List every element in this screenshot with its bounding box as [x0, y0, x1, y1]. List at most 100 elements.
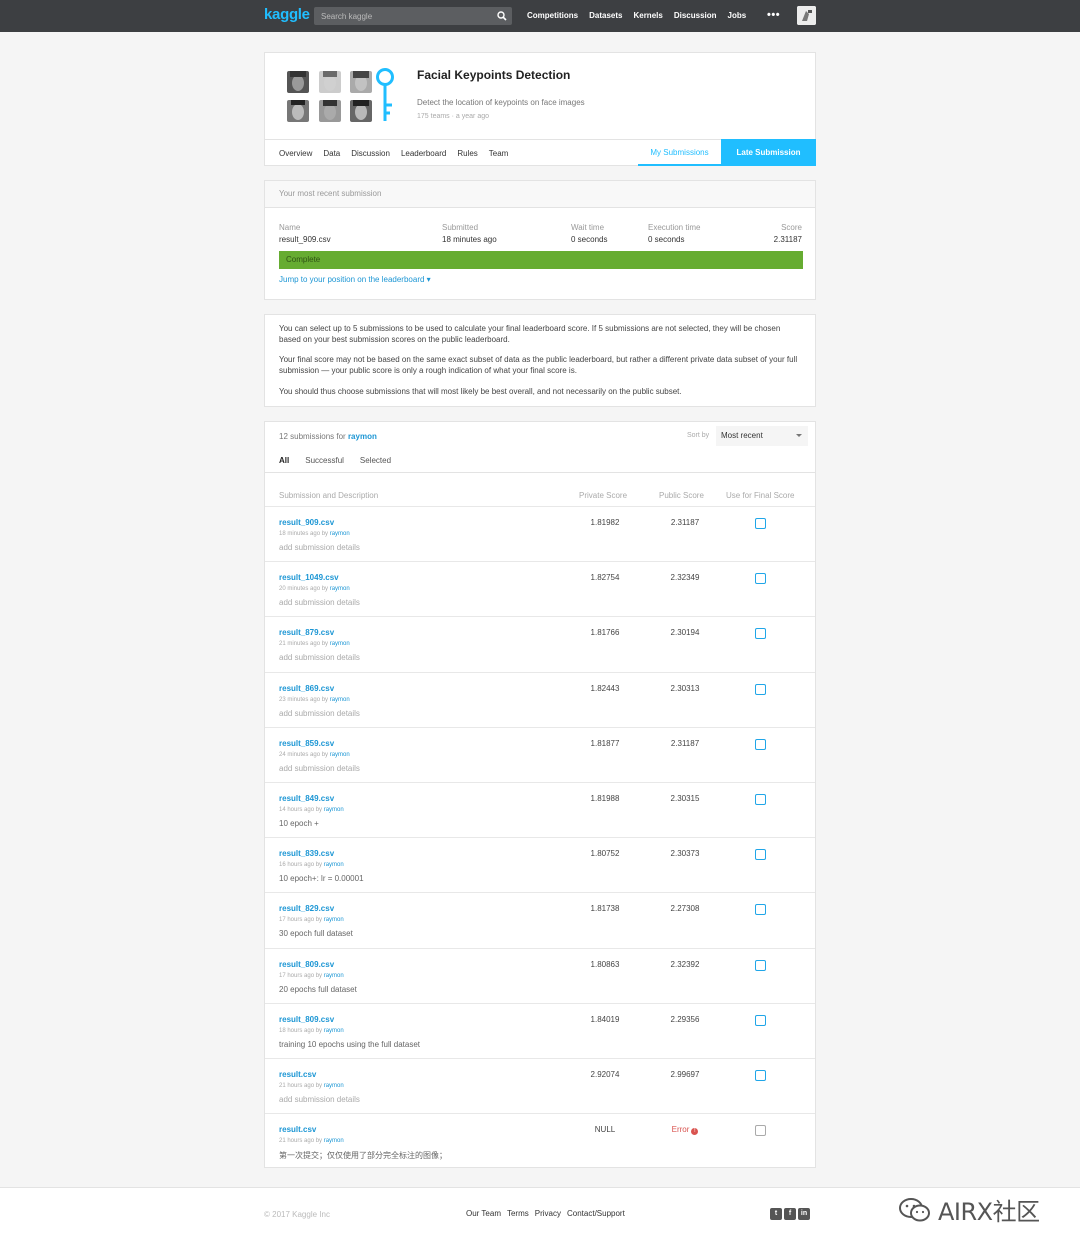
nav-datasets[interactable]: Datasets: [589, 11, 622, 20]
submission-description[interactable]: 30 epoch full dataset: [279, 929, 353, 938]
footer-contact[interactable]: Contact/Support: [567, 1209, 625, 1218]
submission-author-link[interactable]: raymon: [330, 697, 350, 703]
competition-subtitle: Detect the location of keypoints on face…: [417, 98, 585, 107]
final-score-checkbox[interactable]: [755, 738, 766, 750]
private-score: 1.81766: [590, 628, 620, 638]
final-score-checkbox[interactable]: [755, 959, 766, 971]
exec-value: 0 seconds: [648, 235, 685, 244]
search-icon[interactable]: [497, 11, 507, 21]
public-score-value: 2.29356: [670, 1014, 700, 1024]
final-score-checkbox[interactable]: [755, 794, 766, 805]
footer-privacy[interactable]: Privacy: [535, 1209, 561, 1218]
tab-data[interactable]: Data: [323, 149, 340, 158]
wechat-icon: [899, 1197, 930, 1221]
nav-discussion[interactable]: Discussion: [674, 11, 717, 20]
final-score-checkbox[interactable]: [755, 1125, 766, 1137]
public-score-value: 2.27308: [670, 904, 700, 914]
public-score-value: 2.30315: [670, 794, 700, 803]
sort-select[interactable]: Most recent: [716, 426, 808, 446]
submission-file-link[interactable]: result_879.csv: [279, 628, 334, 637]
twitter-icon[interactable]: t: [770, 1208, 782, 1220]
linkedin-icon[interactable]: in: [798, 1208, 810, 1220]
submission-file-link[interactable]: result_829.csv: [279, 904, 334, 913]
submission-file-link[interactable]: result_1049.csv: [279, 573, 339, 582]
tab-overview[interactable]: Overview: [279, 149, 312, 158]
search-input[interactable]: [314, 7, 494, 25]
submission-author-link[interactable]: raymon: [324, 917, 344, 923]
submission-description[interactable]: add submission details: [279, 543, 360, 552]
tab-discussion[interactable]: Discussion: [351, 149, 390, 158]
submission-file-link[interactable]: result_909.csv: [279, 518, 334, 527]
submission-description[interactable]: 第一次提交；仅仅使用了部分完全标注的图像；: [279, 1150, 447, 1161]
submission-row: result_809.csv 18 hours ago by raymon trai…: [265, 1002, 815, 1058]
public-score-value: 2.30373: [670, 849, 700, 859]
footer-terms[interactable]: Terms: [507, 1209, 529, 1218]
final-score-checkbox[interactable]: [755, 849, 766, 861]
public-score: 2.30194: [655, 628, 715, 637]
jump-to-leaderboard-link[interactable]: Jump to your position on the leaderboard…: [279, 275, 431, 284]
private-score: 1.81877: [590, 738, 620, 748]
submission-author-link[interactable]: raymon: [330, 752, 350, 758]
public-score-value: 2.31187: [670, 518, 700, 527]
filter-selected[interactable]: Selected: [360, 456, 391, 465]
final-score-checkbox[interactable]: [755, 683, 766, 695]
late-submission-button[interactable]: Late Submission: [721, 139, 816, 166]
submission-file-link[interactable]: result.csv: [279, 1125, 316, 1134]
tab-rules[interactable]: Rules: [457, 149, 477, 158]
filter-all[interactable]: All: [279, 456, 289, 465]
submission-file-link[interactable]: result_849.csv: [279, 794, 334, 803]
submission-author-link[interactable]: raymon: [324, 1138, 344, 1144]
submission-description[interactable]: add submission details: [279, 764, 360, 773]
facebook-icon[interactable]: f: [784, 1208, 796, 1220]
error-icon[interactable]: !: [691, 1128, 699, 1136]
submission-file-link[interactable]: result_869.csv: [279, 684, 334, 693]
submission-description[interactable]: training 10 epochs using the full datase…: [279, 1040, 420, 1049]
submission-file-link[interactable]: result_809.csv: [279, 960, 334, 969]
submission-time: 23 minutes ago by raymon: [279, 697, 350, 703]
public-score-value: Error: [671, 1125, 690, 1135]
submission-author-link[interactable]: raymon: [330, 641, 350, 647]
submission-description[interactable]: add submission details: [279, 1095, 360, 1104]
footer-our-team[interactable]: Our Team: [466, 1209, 501, 1218]
submission-description[interactable]: 20 epochs full dataset: [279, 985, 357, 994]
submission-time: 17 hours ago by raymon: [279, 917, 344, 923]
final-score-checkbox[interactable]: [755, 1014, 766, 1026]
submission-author-link[interactable]: raymon: [324, 973, 344, 979]
search-box[interactable]: [314, 7, 512, 25]
submission-row: result_809.csv 17 hours ago by raymon 20 e…: [265, 947, 815, 1003]
final-score-checkbox[interactable]: [755, 628, 766, 640]
submission-file-link[interactable]: result.csv: [279, 1070, 316, 1079]
submissions-user-link[interactable]: raymon: [348, 432, 377, 441]
submission-description[interactable]: add submission details: [279, 709, 360, 718]
nav-competitions[interactable]: Competitions: [527, 11, 578, 20]
submission-description[interactable]: 10 epoch+: lr = 0.00001: [279, 874, 364, 883]
user-avatar[interactable]: [797, 6, 816, 25]
nav-kernels[interactable]: Kernels: [633, 11, 662, 20]
submission-description[interactable]: add submission details: [279, 598, 360, 607]
tab-leaderboard[interactable]: Leaderboard: [401, 149, 446, 158]
final-score-checkbox[interactable]: [755, 518, 766, 529]
more-icon[interactable]: •••: [767, 9, 780, 21]
tab-team[interactable]: Team: [489, 149, 509, 158]
final-score-checkbox[interactable]: [755, 573, 766, 585]
submission-description[interactable]: 10 epoch +: [279, 819, 319, 828]
filter-successful[interactable]: Successful: [305, 456, 344, 465]
nav-jobs[interactable]: Jobs: [728, 11, 747, 20]
submission-file-link[interactable]: result_839.csv: [279, 849, 334, 858]
submission-author-link[interactable]: raymon: [324, 1028, 344, 1034]
watermark-text: AIRX社区: [938, 1198, 1040, 1226]
submission-file-link[interactable]: result_809.csv: [279, 1015, 334, 1024]
submission-time-text: 21 hours ago by: [279, 1083, 323, 1089]
submission-file-link[interactable]: result_859.csv: [279, 739, 334, 748]
submission-author-link[interactable]: raymon: [330, 586, 350, 592]
submission-description[interactable]: add submission details: [279, 653, 360, 662]
submission-author-link[interactable]: raymon: [324, 862, 344, 868]
final-score-checkbox[interactable]: [755, 904, 766, 916]
final-score-checkbox[interactable]: [755, 1070, 766, 1081]
submission-author-link[interactable]: raymon: [330, 531, 350, 537]
tab-my-submissions[interactable]: My Submissions: [638, 140, 721, 166]
private-score: 1.84019: [590, 1014, 620, 1024]
submission-author-link[interactable]: raymon: [324, 1083, 344, 1089]
submission-author-link[interactable]: raymon: [324, 807, 344, 813]
kaggle-logo[interactable]: kaggle: [264, 6, 310, 23]
